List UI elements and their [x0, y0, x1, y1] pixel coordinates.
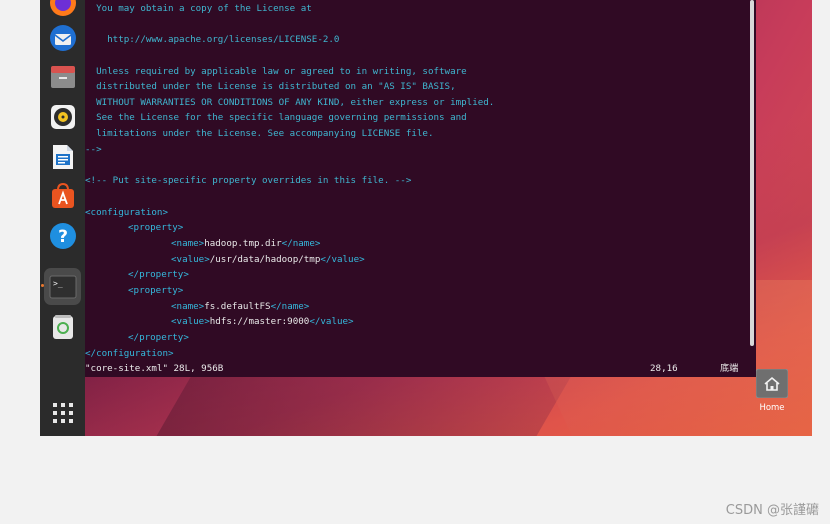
xml-tag: <value> — [171, 254, 210, 265]
xml-tag: <value> — [171, 316, 210, 327]
xml-text: hadoop.tmp.dir — [204, 238, 282, 249]
xml-line: <value>hdfs://master:9000</value> — [171, 316, 354, 328]
trash-icon[interactable] — [46, 310, 79, 343]
xml-line: </configuration> — [85, 348, 174, 360]
xml-tag: </name> — [270, 301, 310, 312]
thunderbird-icon[interactable] — [46, 21, 79, 54]
xml-text: hdfs://master:9000 — [209, 316, 310, 327]
xml-text: /usr/data/hadoop/tmp — [209, 254, 321, 265]
vim-status-cursor-position: 28,16 — [650, 363, 678, 374]
scrollbar[interactable] — [750, 0, 754, 346]
libreoffice-writer-icon[interactable] — [46, 140, 79, 173]
xml-line: </property> — [128, 269, 189, 281]
xml-line: <property> — [128, 285, 183, 297]
xml-tag: </value> — [309, 316, 354, 327]
xml-tag: <property> — [128, 222, 184, 233]
editor-line: --> — [85, 144, 102, 155]
show-apps-grid-icon[interactable] — [46, 396, 79, 429]
help-icon[interactable]: ? — [46, 219, 79, 252]
home-folder-label[interactable]: Home — [746, 403, 798, 413]
files-icon[interactable] — [46, 60, 79, 93]
xml-line: <configuration> — [85, 207, 168, 219]
terminal-icon[interactable]: >_ — [44, 268, 81, 305]
dock: ? >_ — [40, 0, 85, 436]
app-center-icon[interactable] — [46, 179, 79, 212]
editor-line: <!-- Put site-specific property override… — [85, 175, 412, 186]
xml-line: <property> — [128, 222, 183, 234]
rhythmbox-icon[interactable] — [46, 100, 79, 133]
editor-line: Unless required by applicable law or agr… — [85, 66, 467, 77]
xml-tag: </name> — [281, 238, 321, 249]
svg-text:?: ? — [58, 227, 68, 247]
home-folder-icon[interactable] — [755, 368, 789, 399]
editor-line: http://www.apache.org/licenses/LICENSE-2… — [85, 34, 340, 45]
xml-line: <name>hadoop.tmp.dir</name> — [171, 238, 320, 250]
terminal-window[interactable]: You may obtain a copy of the License at … — [85, 0, 756, 377]
xml-tag: </property> — [128, 269, 189, 280]
firefox-icon[interactable] — [46, 0, 79, 19]
editor-line: You may obtain a copy of the License at — [85, 3, 312, 14]
xml-tag: <configuration> — [85, 207, 168, 218]
editor-line: WITHOUT WARRANTIES OR CONDITIONS OF ANY … — [85, 97, 495, 108]
xml-tag: <property> — [128, 285, 184, 296]
xml-tag: <name> — [171, 238, 205, 249]
xml-line: <name>fs.defaultFS</name> — [171, 301, 309, 313]
xml-text: fs.defaultFS — [204, 301, 271, 312]
xml-tag: </value> — [320, 254, 365, 265]
vim-status-file-info: "core-site.xml" 28L, 956B — [85, 363, 224, 374]
editor-line: limitations under the License. See accom… — [85, 128, 434, 139]
editor-line: See the License for the specific languag… — [85, 112, 467, 123]
vim-status-scroll: 底端 — [720, 363, 739, 374]
editor-line: distributed under the License is distrib… — [85, 81, 456, 92]
xml-tag: </property> — [128, 332, 189, 343]
xml-tag: <name> — [171, 301, 205, 312]
xml-tag: </configuration> — [85, 348, 174, 359]
watermark: CSDN @张謹礳 — [725, 503, 819, 518]
xml-line: <value>/usr/data/hadoop/tmp</value> — [171, 254, 365, 266]
svg-text:>_: >_ — [53, 279, 63, 288]
xml-line: </property> — [128, 332, 189, 344]
